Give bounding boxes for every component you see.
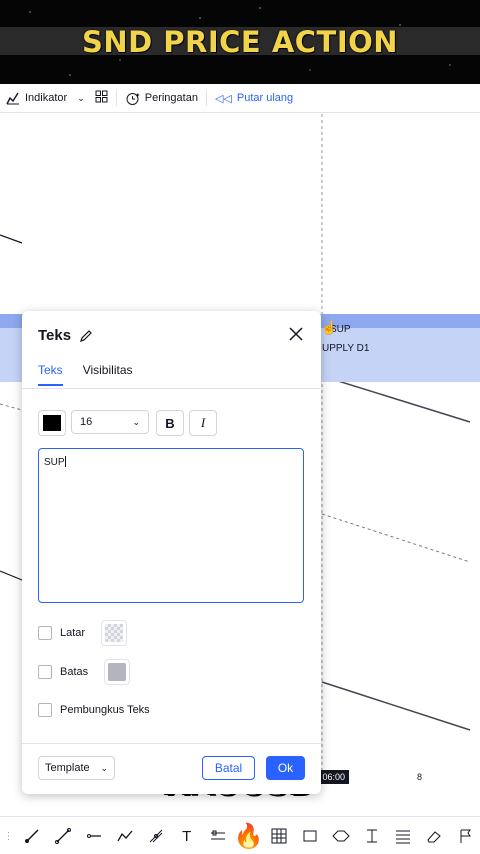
footer-divider: [22, 743, 321, 744]
dialog-title-text: Teks: [38, 327, 72, 344]
ok-button[interactable]: Ok: [266, 756, 305, 780]
transparent-pattern: [105, 624, 124, 642]
template-dropdown[interactable]: Template ⌄: [38, 756, 115, 780]
path-icon[interactable]: [114, 825, 136, 847]
cursor-hand-icon: ☝: [321, 320, 338, 335]
replay-button[interactable]: ◁◁ Putar ulang: [215, 92, 293, 105]
horizontal-ray-icon[interactable]: [83, 825, 105, 847]
tab-visibility[interactable]: Visibilitas: [83, 363, 133, 386]
border-color-chip[interactable]: [104, 659, 131, 685]
background-checkbox[interactable]: [38, 626, 52, 640]
background-option: Latar: [38, 620, 128, 646]
grid-tool-icon[interactable]: [268, 825, 290, 847]
chevron-down-icon: ⌄: [132, 416, 140, 427]
wrap-checkbox[interactable]: [38, 703, 52, 717]
text-caret: [64, 456, 66, 467]
alerts-button[interactable]: Peringatan: [125, 91, 198, 106]
ellipse-icon[interactable]: [330, 825, 352, 847]
text-input[interactable]: SUP: [38, 448, 304, 603]
top-toolbar: Indikator ⌄ Peringatan ◁◁ Putar ulang: [0, 84, 480, 113]
flag-icon[interactable]: [454, 825, 476, 847]
chevron-down-icon: ⌄: [100, 762, 108, 773]
wrap-label: Pembungkus Teks: [60, 704, 150, 716]
dialog-tabs: Teks Visibilitas: [38, 363, 133, 386]
text-settings-dialog: Teks Teks Visibilitas 16 ⌄ B I SUP Latar…: [22, 311, 321, 794]
border-checkbox[interactable]: [38, 665, 52, 679]
wrap-option: Pembungkus Teks: [38, 703, 150, 717]
font-size-value: 16: [80, 416, 93, 428]
drag-handle-icon[interactable]: ⋮: [3, 825, 13, 847]
tabs-divider: [22, 388, 321, 389]
cancel-button[interactable]: Batal: [202, 756, 255, 780]
template-label: Template: [45, 762, 90, 774]
bold-button[interactable]: B: [156, 410, 184, 436]
text-input-value: SUP: [44, 457, 65, 468]
brush-icon[interactable]: [21, 825, 43, 847]
indicators-button[interactable]: Indikator: [6, 91, 67, 105]
font-size-select[interactable]: 16 ⌄: [71, 410, 149, 434]
text-color-swatch[interactable]: [38, 410, 66, 436]
border-label: Batas: [60, 666, 89, 678]
replay-label: Putar ulang: [236, 92, 294, 104]
indicators-label: Indikator: [25, 92, 68, 104]
dialog-title: Teks: [38, 327, 93, 344]
background-label: Latar: [60, 627, 86, 639]
overlay-title: SND PRICE ACTION: [81, 25, 399, 59]
background-color-chip[interactable]: [101, 620, 128, 646]
alarm-clock-icon: [126, 92, 139, 105]
border-option: Batas: [38, 659, 131, 685]
pattern-icon[interactable]: [207, 825, 229, 847]
alerts-label: Peringatan: [144, 92, 198, 104]
color-fill: [43, 415, 61, 431]
fib-icon[interactable]: [392, 825, 414, 847]
rewind-icon: ◁◁: [214, 92, 232, 105]
trend-line-icon[interactable]: [52, 825, 74, 847]
close-icon[interactable]: [287, 325, 305, 343]
trading-app: Indikator ⌄ Peringatan ◁◁ Putar ulang SU…: [0, 84, 480, 854]
tab-text[interactable]: Teks: [38, 363, 63, 386]
rectangle-icon[interactable]: [299, 825, 321, 847]
supply-zone-text-bottom: UPPLY D1: [322, 343, 370, 354]
chevron-down-icon[interactable]: ⌄: [77, 93, 85, 104]
toolbar-divider: [115, 90, 117, 106]
pitchfork-icon[interactable]: [145, 825, 167, 847]
video-banner: SND PRICE ACTION: [0, 0, 480, 84]
toolbar-divider: [205, 90, 207, 106]
text-tool-icon[interactable]: T: [176, 825, 198, 847]
measure-icon[interactable]: [361, 825, 383, 847]
layout-grid-icon[interactable]: [95, 90, 108, 106]
italic-button[interactable]: I: [189, 410, 217, 436]
pencil-icon[interactable]: [79, 329, 93, 343]
border-color-fill: [108, 663, 127, 681]
eraser-icon[interactable]: [423, 825, 445, 847]
fire-emoji-icon: 🔥: [233, 822, 264, 850]
drawing-toolbar: ⋮ T 🔥: [0, 816, 480, 854]
indicators-icon: [6, 92, 19, 105]
